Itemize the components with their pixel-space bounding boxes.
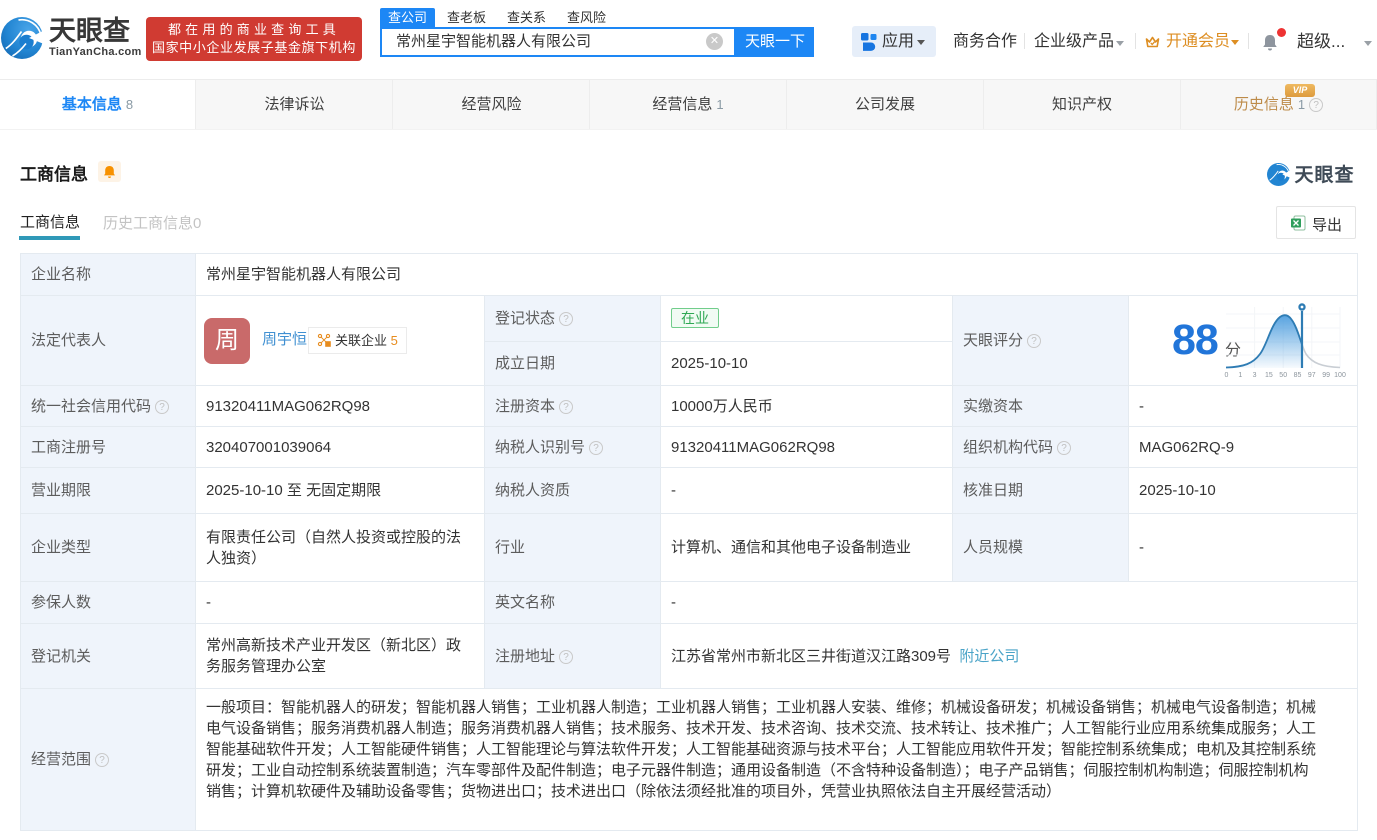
svg-text:15: 15 bbox=[1265, 372, 1273, 379]
svg-text:3: 3 bbox=[1253, 372, 1257, 379]
svg-text:1: 1 bbox=[1238, 372, 1242, 379]
svg-text:0: 0 bbox=[1225, 372, 1229, 379]
svg-text:97: 97 bbox=[1308, 372, 1316, 379]
svg-text:99: 99 bbox=[1322, 372, 1330, 379]
svg-text:100: 100 bbox=[1334, 372, 1346, 379]
svg-text:85: 85 bbox=[1294, 372, 1302, 379]
svg-text:50: 50 bbox=[1279, 372, 1287, 379]
